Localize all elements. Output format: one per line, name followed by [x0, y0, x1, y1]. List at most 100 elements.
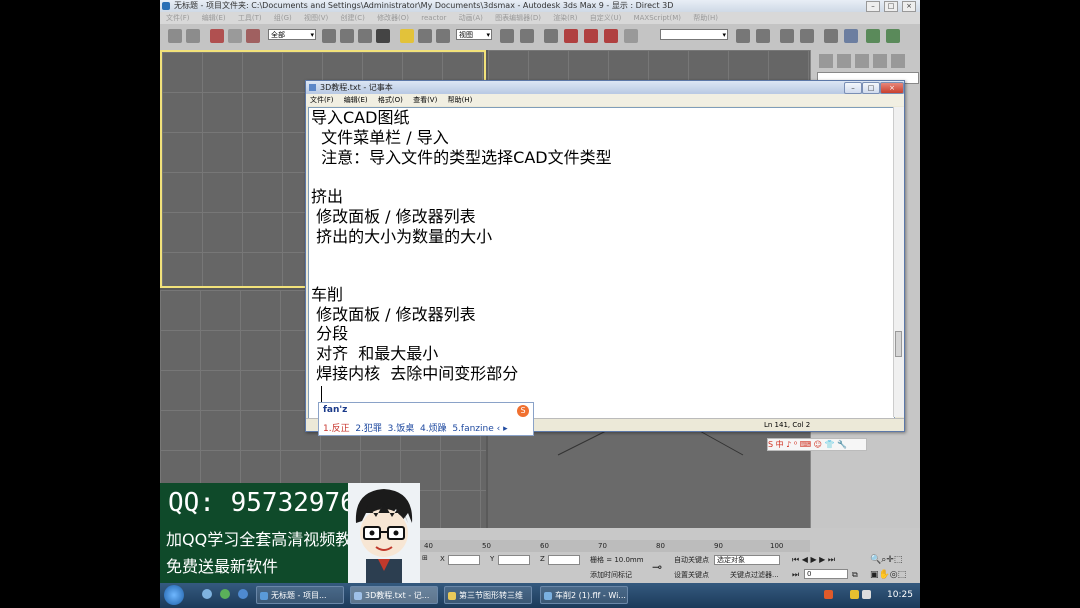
curve-editor-icon[interactable] [800, 29, 814, 43]
tray-sogou-icon[interactable] [824, 590, 833, 599]
lock-selection-icon[interactable]: ⊞ [422, 554, 428, 562]
maximize-button[interactable]: □ [884, 1, 898, 12]
tray-qq-icon[interactable] [850, 590, 859, 599]
create-tab-icon[interactable] [819, 54, 833, 68]
move-icon[interactable] [400, 29, 414, 43]
menu-reactor[interactable]: reactor [421, 14, 446, 22]
taskbar-item-folder[interactable]: 第三节图形转三维 [444, 586, 532, 604]
mirror-icon[interactable] [736, 29, 750, 43]
manipulate-icon[interactable] [520, 29, 534, 43]
undo-icon[interactable] [168, 29, 182, 43]
tray-volume-icon[interactable] [862, 590, 871, 599]
rotate-icon[interactable] [418, 29, 432, 43]
notepad-menu-file[interactable]: 文件(F) [310, 96, 334, 104]
notepad-menu-help[interactable]: 帮助(H) [448, 96, 473, 104]
modify-tab-icon[interactable] [837, 54, 851, 68]
pan-controls[interactable]: ▣✋◎⬚ [870, 570, 906, 580]
z-coordinate-field[interactable] [548, 555, 580, 565]
display-tab-icon[interactable] [891, 54, 905, 68]
playback-controls[interactable]: ⏮ ◀ ▶ ▶ ⏭ [792, 555, 835, 565]
selection-set-dropdown[interactable]: 选定对象 [714, 555, 780, 565]
percent-snap-icon[interactable] [604, 29, 618, 43]
pivot-icon[interactable] [500, 29, 514, 43]
quicklaunch-browser-icon[interactable] [220, 589, 230, 599]
menu-edit[interactable]: 编辑(E) [202, 14, 226, 22]
key-icon[interactable]: ⊸ [652, 560, 662, 574]
snap-toggle-icon[interactable] [564, 29, 578, 43]
notepad-menu-edit[interactable]: 编辑(E) [344, 96, 368, 104]
scrollbar-thumb[interactable] [895, 331, 902, 357]
named-selection-dropdown[interactable] [660, 29, 728, 41]
ime-candidate[interactable]: 5.fanzine [452, 424, 493, 434]
material-editor-icon[interactable] [844, 29, 858, 43]
start-button[interactable] [164, 585, 184, 605]
menu-tools[interactable]: 工具(T) [238, 14, 262, 22]
quick-render-icon[interactable] [886, 29, 900, 43]
select-object-icon[interactable] [322, 29, 336, 43]
notepad-menu-view[interactable]: 查看(V) [413, 96, 437, 104]
taskbar-item-3dsmax[interactable]: 无标题 - 项目... [256, 586, 344, 604]
scale-icon[interactable] [436, 29, 450, 43]
select-manipulate-icon[interactable] [544, 29, 558, 43]
selection-filter-dropdown[interactable]: 全部 [268, 29, 316, 41]
ime-candidate[interactable]: 1.反正 [323, 424, 350, 434]
layer-manager-icon[interactable] [780, 29, 794, 43]
taskbar-item-video[interactable]: 车削2 (1).flf - Wi... [540, 586, 628, 604]
render-scene-icon[interactable] [866, 29, 880, 43]
minimize-button[interactable]: – [866, 1, 880, 12]
set-key-button[interactable]: 设置关键点 [674, 570, 709, 580]
notepad-text-area[interactable]: 导入CAD图纸 文件菜单栏 / 导入 注意：导入文件的类型选择CAD文件类型 挤… [308, 107, 895, 419]
window-crossing-icon[interactable] [376, 29, 390, 43]
x-coordinate-field[interactable] [448, 555, 480, 565]
menu-file[interactable]: 文件(F) [166, 14, 190, 22]
hierarchy-tab-icon[interactable] [855, 54, 869, 68]
notepad-close-button[interactable]: × [880, 82, 904, 94]
close-button[interactable]: × [902, 1, 916, 12]
menu-customize[interactable]: 自定义(U) [590, 14, 622, 22]
quicklaunch-ie-icon[interactable] [202, 589, 212, 599]
ime-page-arrows-icon[interactable]: ‹ ▸ [497, 424, 508, 434]
menu-modifiers[interactable]: 修改器(O) [377, 14, 409, 22]
menu-create[interactable]: 创建(C) [340, 14, 364, 22]
angle-snap-icon[interactable] [584, 29, 598, 43]
notepad-maximize-button[interactable]: □ [862, 82, 880, 94]
reference-coordinate-dropdown[interactable]: 视图 [456, 29, 492, 41]
y-coordinate-field[interactable] [498, 555, 530, 565]
ime-candidate[interactable]: 2.犯罪 [355, 424, 382, 434]
motion-tab-icon[interactable] [873, 54, 887, 68]
current-frame-field[interactable]: 0 [804, 569, 848, 579]
menu-views[interactable]: 视图(V) [304, 14, 328, 22]
menu-group[interactable]: 组(G) [274, 14, 292, 22]
menu-maxscript[interactable]: MAXScript(M) [634, 14, 681, 22]
spinner-snap-icon[interactable] [624, 29, 638, 43]
menu-animation[interactable]: 动画(A) [459, 14, 483, 22]
select-by-name-icon[interactable] [340, 29, 354, 43]
auto-key-button[interactable]: 自动关键点 [674, 555, 709, 565]
menu-help[interactable]: 帮助(H) [693, 14, 718, 22]
time-slider-ruler[interactable]: 40 50 60 70 80 90 100 [420, 540, 810, 552]
redo-icon[interactable] [186, 29, 200, 43]
zoom-controls[interactable]: 🔍⌕✛⬚ [870, 555, 902, 565]
task-label: 车削2 (1).flf - Wi... [555, 591, 626, 600]
notepad-menu-format[interactable]: 格式(O) [378, 96, 403, 104]
avatar-illustration-icon [355, 489, 413, 583]
link-icon[interactable] [210, 29, 224, 43]
unlink-icon[interactable] [228, 29, 242, 43]
ime-candidate[interactable]: 4.烦躁 [420, 424, 447, 434]
ime-candidate[interactable]: 3.饭桌 [388, 424, 415, 434]
schematic-view-icon[interactable] [824, 29, 838, 43]
notepad-minimize-button[interactable]: – [844, 82, 862, 94]
notepad-vertical-scrollbar[interactable] [893, 107, 904, 417]
rectangle-selection-icon[interactable] [358, 29, 372, 43]
quicklaunch-app-icon[interactable] [238, 589, 248, 599]
ime-status-bar[interactable]: S 中 ♪ ⁰ ⌨ ☺ 👕 🔧 [767, 438, 867, 451]
key-mode-icon[interactable]: ⏭ [792, 570, 799, 580]
bind-space-warp-icon[interactable] [246, 29, 260, 43]
align-icon[interactable] [756, 29, 770, 43]
menu-rendering[interactable]: 渲染(R) [553, 14, 577, 22]
taskbar-item-notepad[interactable]: 3D教程.txt - 记... [350, 586, 438, 604]
time-config-icon[interactable]: ⧉ [852, 570, 858, 580]
key-filters-button[interactable]: 关键点过滤器... [730, 570, 779, 580]
add-time-tag-button[interactable]: 添加时间标记 [590, 570, 632, 580]
menu-graph-editors[interactable]: 图表编辑器(D) [495, 14, 541, 22]
